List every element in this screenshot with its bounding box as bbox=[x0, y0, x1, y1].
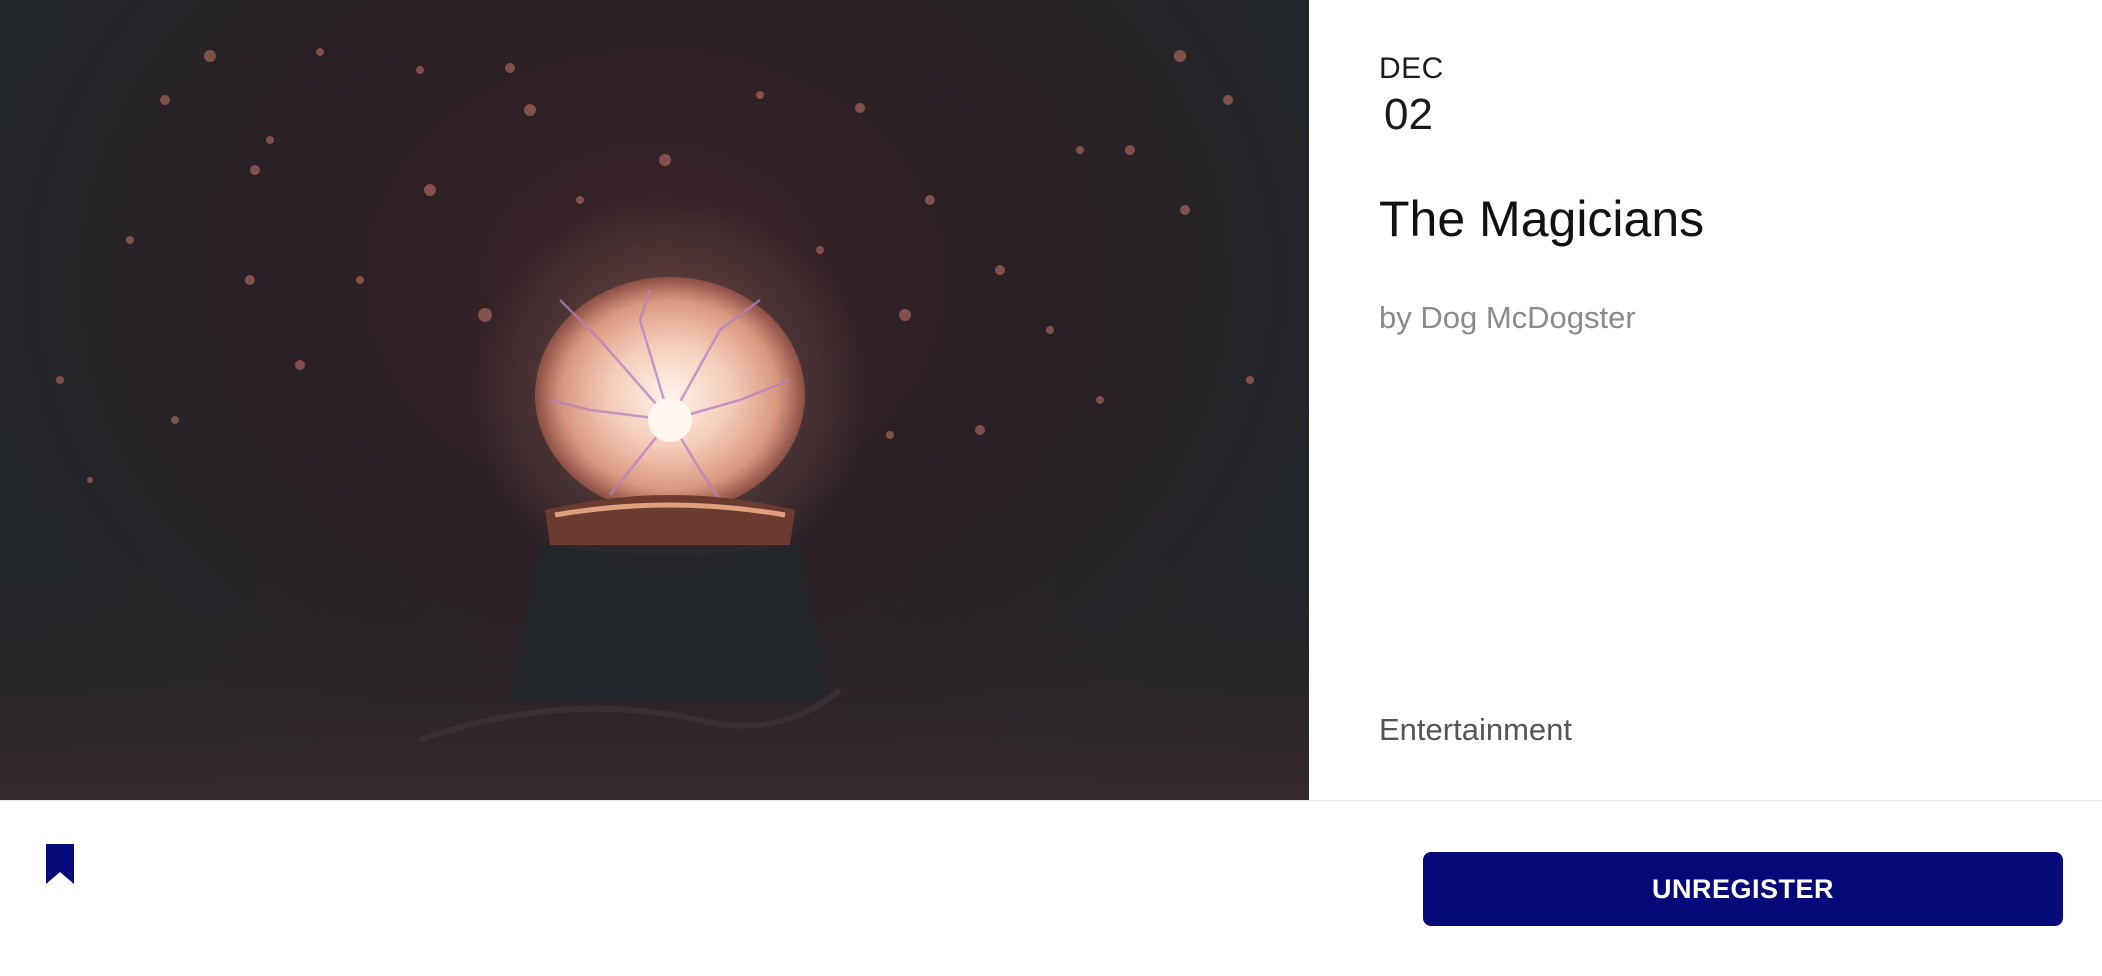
event-date-month: DEC bbox=[1379, 52, 1444, 85]
event-card: DEC 02 The Magicians by Dog McDogster En… bbox=[0, 0, 2102, 976]
card-footer: UNREGISTER bbox=[0, 800, 2102, 976]
unregister-button[interactable]: UNREGISTER bbox=[1423, 852, 2063, 926]
event-date-day: 02 bbox=[1384, 90, 1433, 139]
event-author: by Dog McDogster bbox=[1379, 300, 1636, 335]
event-category: Entertainment bbox=[1379, 712, 1572, 747]
event-details: DEC 02 The Magicians by Dog McDogster En… bbox=[1309, 0, 2102, 800]
event-title: The Magicians bbox=[1379, 191, 1705, 247]
bookmark-icon[interactable] bbox=[44, 842, 76, 886]
plasma-globe-image bbox=[0, 48, 1309, 800]
event-image bbox=[0, 0, 1309, 800]
